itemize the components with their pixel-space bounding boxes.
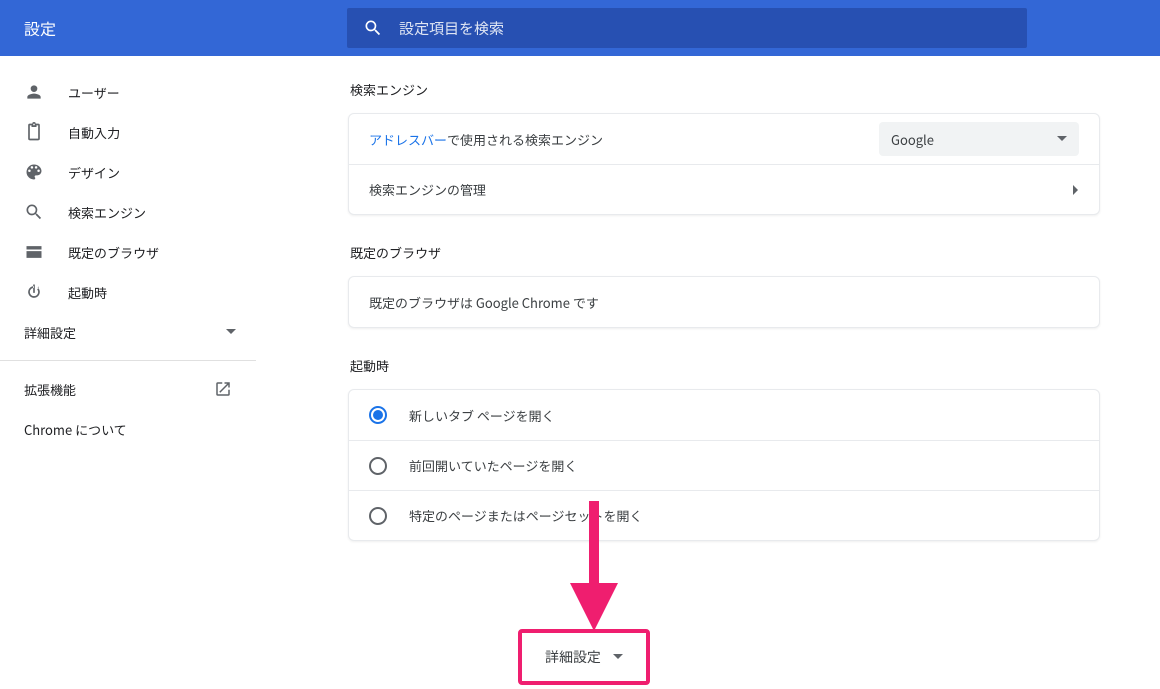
power-icon xyxy=(24,282,44,302)
search-box[interactable] xyxy=(347,8,1027,48)
sidebar-label: 自動入力 xyxy=(68,123,120,142)
advanced-button-label: 詳細設定 xyxy=(545,647,601,667)
radio-icon[interactable] xyxy=(369,457,387,475)
select-value: Google xyxy=(891,130,934,149)
search-engine-select[interactable]: Google xyxy=(879,122,1079,156)
sidebar-item-user[interactable]: ユーザー xyxy=(0,72,256,112)
advanced-settings-button[interactable]: 詳細設定 xyxy=(518,629,650,685)
sidebar-label: 既定のブラウザ xyxy=(68,243,159,262)
radio-icon[interactable] xyxy=(369,406,387,424)
open-external-icon xyxy=(214,380,232,398)
sidebar-label: 起動時 xyxy=(68,283,107,302)
sidebar-item-default-browser[interactable]: 既定のブラウザ xyxy=(0,232,256,272)
sidebar-about[interactable]: Chrome について xyxy=(0,409,256,449)
sidebar-label: 検索エンジン xyxy=(68,203,146,222)
sidebar-label: デザイン xyxy=(68,163,120,182)
chevron-down-icon xyxy=(1057,136,1067,142)
address-bar-link[interactable]: アドレスバー xyxy=(369,130,447,149)
chevron-down-icon xyxy=(613,654,623,660)
radio-icon[interactable] xyxy=(369,507,387,525)
row-text: 検索エンジンの管理 xyxy=(369,180,486,199)
sidebar-label: ユーザー xyxy=(68,83,120,102)
chevron-right-icon xyxy=(1073,185,1079,195)
divider xyxy=(0,360,256,361)
row-text: 既定のブラウザは Google Chrome です xyxy=(369,293,599,312)
sidebar-extensions-label: 拡張機能 xyxy=(24,380,76,399)
sidebar-item-search[interactable]: 検索エンジン xyxy=(0,192,256,232)
card-default-browser: 既定のブラウザは Google Chrome です xyxy=(348,276,1100,328)
sidebar-item-appearance[interactable]: デザイン xyxy=(0,152,256,192)
sidebar-item-autofill[interactable]: 自動入力 xyxy=(0,112,256,152)
startup-option-continue[interactable]: 前回開いていたページを開く xyxy=(349,440,1099,490)
startup-option-new-tab[interactable]: 新しいタブ ページを開く xyxy=(349,390,1099,440)
sidebar-item-startup[interactable]: 起動時 xyxy=(0,272,256,312)
option-label: 新しいタブ ページを開く xyxy=(409,406,555,425)
row-address-bar-engine[interactable]: アドレスバー で使用される検索エンジン Google xyxy=(349,114,1099,164)
startup-option-specific-pages[interactable]: 特定のページまたはページセットを開く xyxy=(349,490,1099,540)
section-heading-default-browser: 既定のブラウザ xyxy=(350,243,1100,262)
search-icon xyxy=(363,18,383,38)
main-content: 検索エンジン アドレスバー で使用される検索エンジン Google 検索エンジン… xyxy=(256,56,1160,689)
search-input[interactable] xyxy=(399,18,1011,39)
annotation-arrow-icon xyxy=(570,501,618,631)
palette-icon xyxy=(24,162,44,182)
row-default-browser-status: 既定のブラウザは Google Chrome です xyxy=(349,277,1099,327)
card-startup: 新しいタブ ページを開く 前回開いていたページを開く 特定のページまたはページセ… xyxy=(348,389,1100,541)
header-bar: 設定 xyxy=(0,0,1160,56)
person-icon xyxy=(24,82,44,102)
sidebar-advanced-toggle[interactable]: 詳細設定 xyxy=(0,312,256,352)
sidebar-extensions[interactable]: 拡張機能 xyxy=(0,369,256,409)
clipboard-icon xyxy=(24,122,44,142)
row-manage-search-engines[interactable]: 検索エンジンの管理 xyxy=(349,164,1099,214)
section-heading-startup: 起動時 xyxy=(350,356,1100,375)
card-search-engine: アドレスバー で使用される検索エンジン Google 検索エンジンの管理 xyxy=(348,113,1100,215)
page-title: 設定 xyxy=(0,16,347,40)
sidebar-about-label: Chrome について xyxy=(24,420,127,439)
row-text: で使用される検索エンジン xyxy=(447,130,603,149)
chevron-down-icon xyxy=(226,329,236,335)
browser-icon xyxy=(24,242,44,262)
sidebar: ユーザー 自動入力 デザイン 検索エンジン 既定のブラウザ 起動時 詳細設定 xyxy=(0,56,256,689)
sidebar-advanced-label: 詳細設定 xyxy=(24,323,76,342)
section-heading-search: 検索エンジン xyxy=(350,80,1100,99)
option-label: 前回開いていたページを開く xyxy=(409,456,577,475)
search-icon xyxy=(24,202,44,222)
